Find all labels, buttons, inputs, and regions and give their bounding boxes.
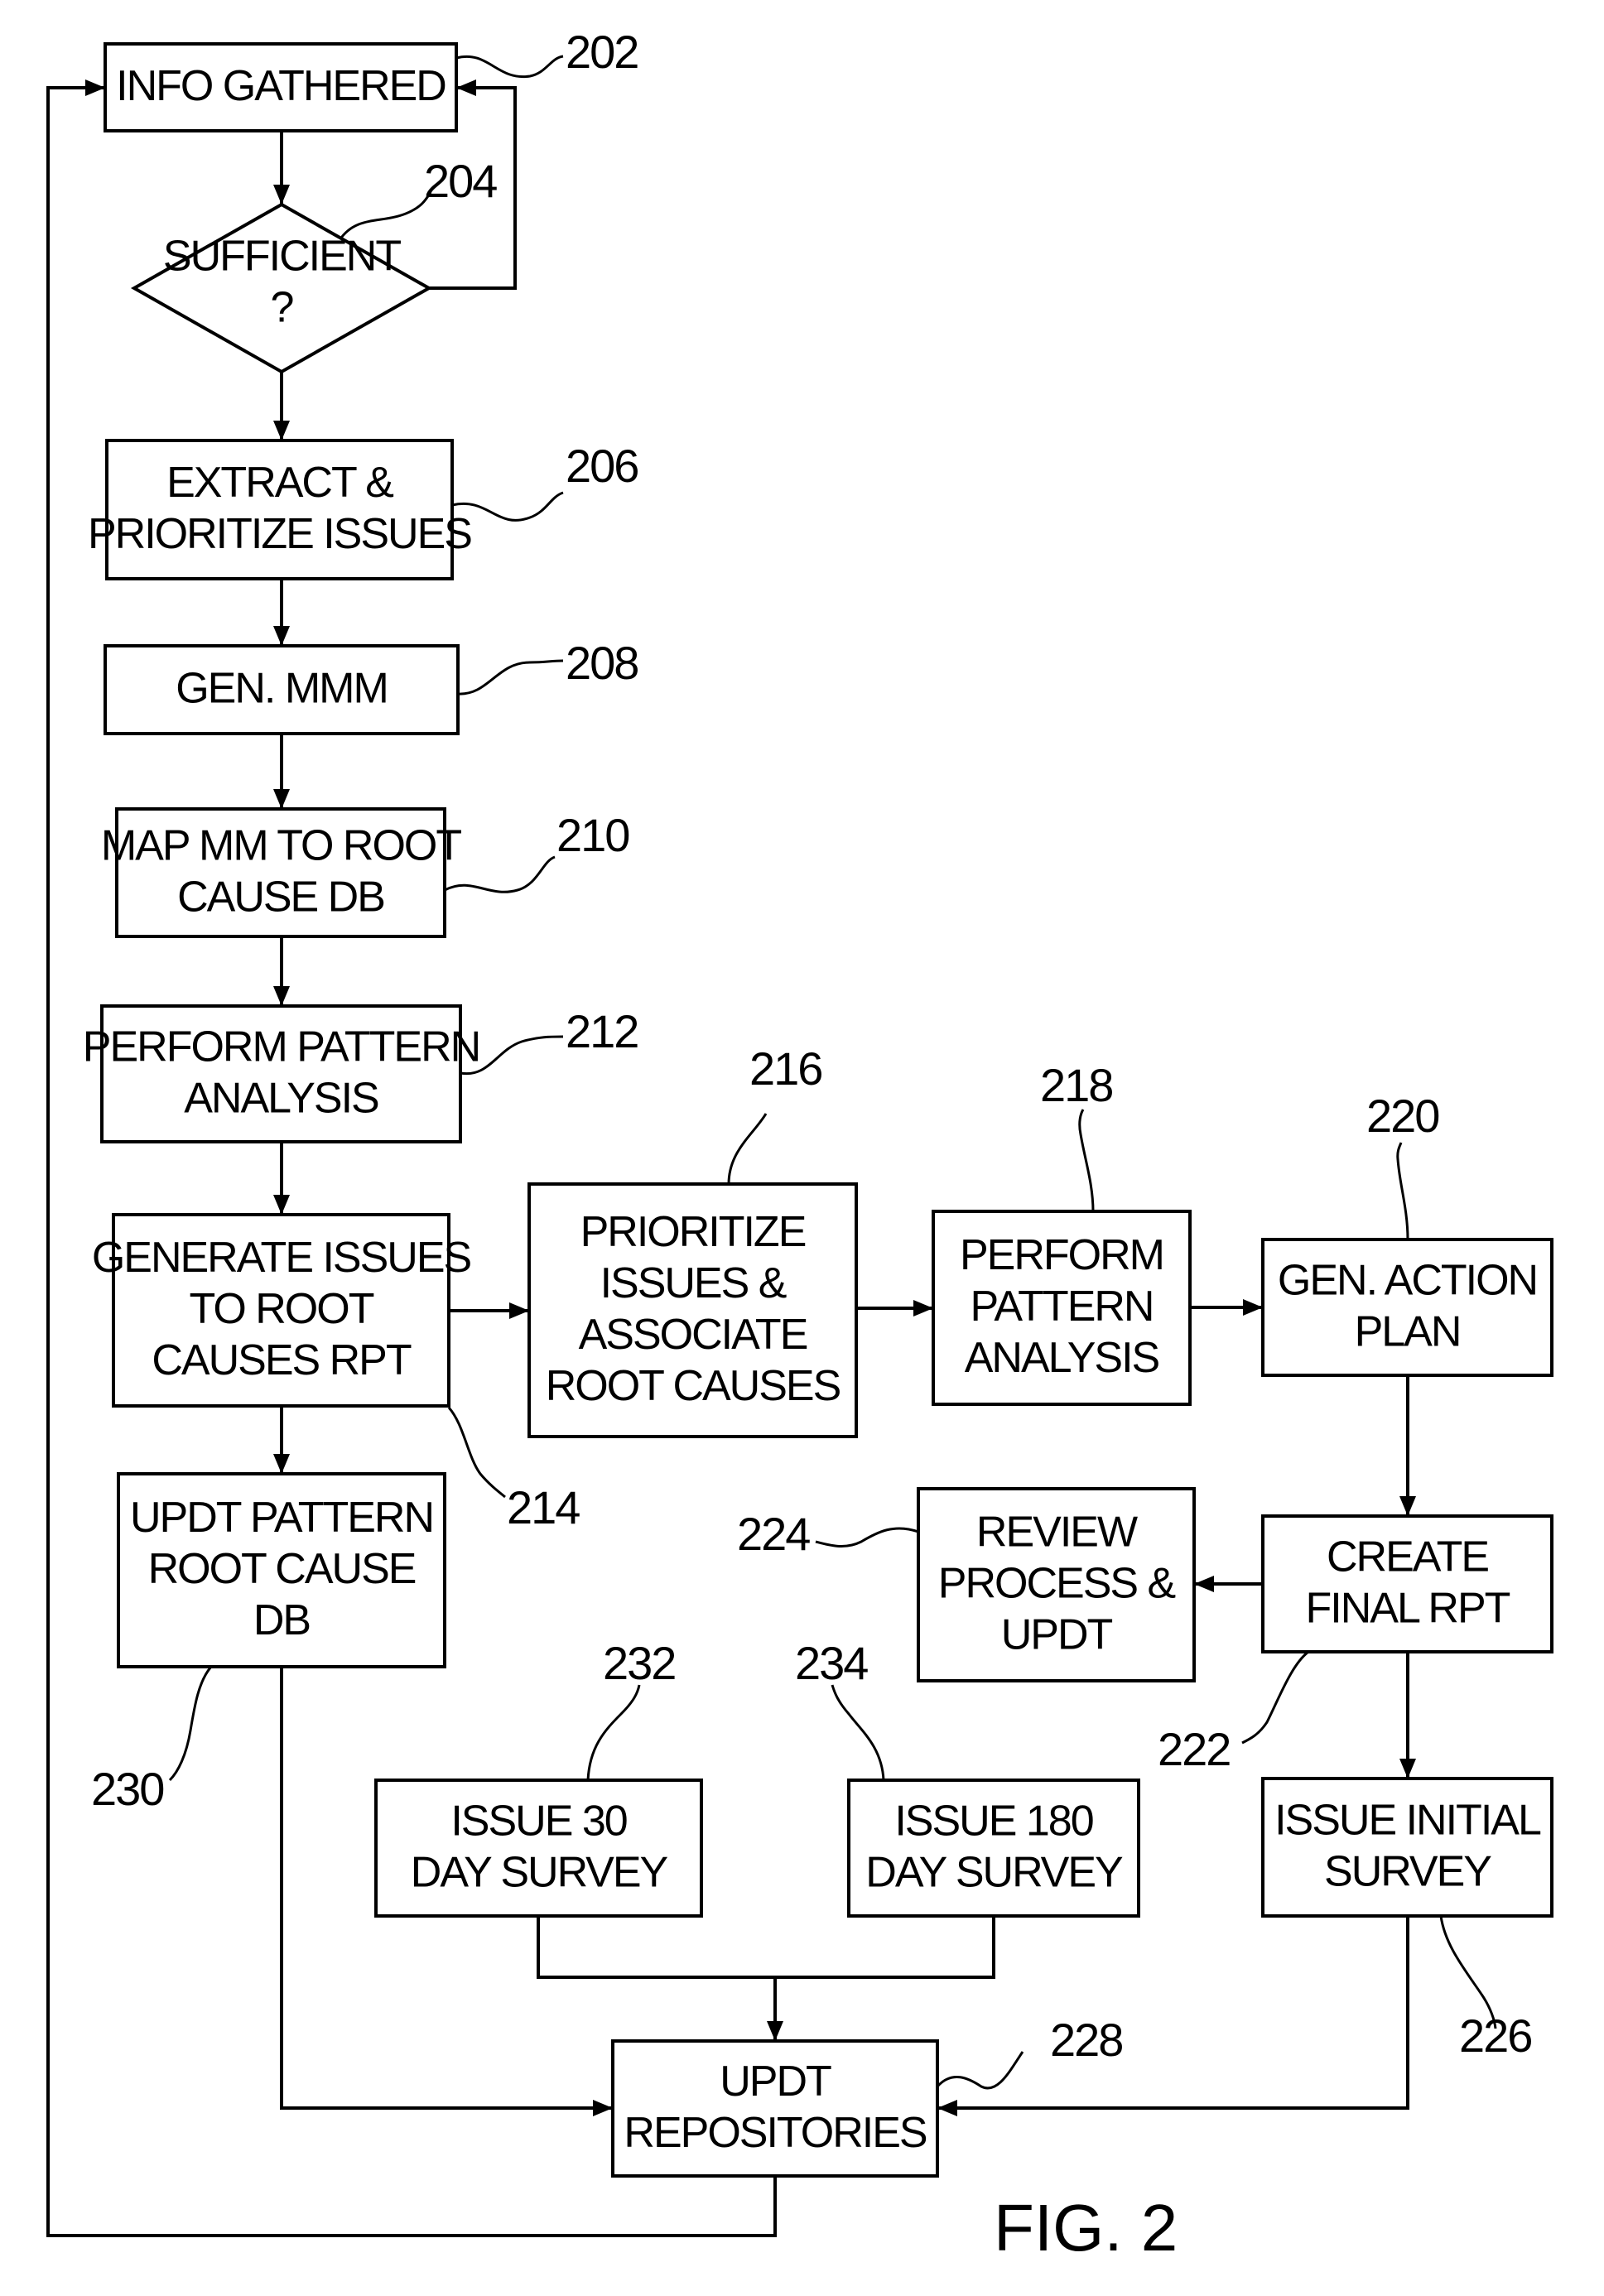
node-label: PROCESS &: [938, 1560, 1176, 1608]
flow-node-206: EXTRACT &PRIORITIZE ISSUES: [88, 439, 473, 580]
node-label: ?: [271, 284, 293, 332]
leader-line-210: [444, 855, 556, 893]
flow-node-228: UPDTREPOSITORIES: [611, 2039, 939, 2178]
leader-line-234: [831, 1684, 885, 1781]
reference-numeral-222: 222: [1158, 1723, 1230, 1775]
node-label: ISSUE 180: [894, 1798, 1092, 1846]
reference-numeral-226: 226: [1459, 2010, 1531, 2062]
leader-line-216: [727, 1113, 768, 1185]
leader-line-228: [936, 2051, 1024, 2090]
node-label: GEN. ACTION: [1278, 1257, 1537, 1305]
node-label: PRIORITIZE ISSUES: [88, 510, 471, 558]
node-label: PATTERN: [971, 1283, 1154, 1331]
node-label: GEN. MMM: [176, 665, 388, 713]
node-label: ISSUE 30: [450, 1798, 626, 1846]
flow-node-224: REVIEWPROCESS &UPDT: [917, 1487, 1196, 1682]
node-label: ROOT CAUSES: [546, 1362, 841, 1410]
flow-node-230: UPDT PATTERNROOT CAUSEDB: [117, 1472, 446, 1668]
flow-node-210: MAP MM TO ROOTCAUSE DB: [101, 807, 463, 938]
flow-node-234: ISSUE 180DAY SURVEY: [847, 1779, 1140, 1918]
leader-line-218: [1078, 1109, 1095, 1212]
reference-numeral-202: 202: [566, 26, 638, 78]
leader-line-214: [447, 1406, 506, 1499]
node-label: EXTRACT &: [166, 459, 393, 507]
flow-node-216: PRIORITIZEISSUES &ASSOCIATEROOT CAUSES: [527, 1182, 858, 1438]
node-label: PLAN: [1355, 1308, 1461, 1356]
node-label: REVIEW: [976, 1509, 1138, 1557]
leader-line-232: [586, 1684, 641, 1781]
reference-numeral-228: 228: [1050, 2014, 1122, 2066]
reference-numeral-216: 216: [749, 1042, 821, 1095]
node-label: CREATE: [1327, 1533, 1488, 1581]
flow-node-208: GEN. MMM: [104, 644, 460, 735]
node-label: PERFORM: [960, 1231, 1163, 1279]
leader-line-202: [455, 55, 564, 79]
flow-node-226: ISSUE INITIALSURVEY: [1261, 1777, 1553, 1918]
node-label: ISSUES &: [600, 1259, 787, 1307]
reference-numeral-212: 212: [566, 1005, 638, 1057]
node-label: CAUSE DB: [177, 874, 384, 922]
node-label: SURVEY: [1324, 1848, 1491, 1896]
edge-226-228: [937, 1916, 1409, 2116]
flow-node-202: INFO GATHERED: [104, 42, 458, 132]
node-label: MAP MM TO ROOT: [101, 822, 461, 870]
flow-node-218: PERFORMPATTERNANALYSIS: [932, 1210, 1192, 1406]
flow-node-220: GEN. ACTIONPLAN: [1261, 1238, 1553, 1377]
node-label: PRIORITIZE: [580, 1208, 806, 1256]
reference-numeral-208: 208: [566, 637, 638, 689]
reference-numeral-204: 204: [424, 155, 497, 207]
node-label: INFO GATHERED: [116, 62, 446, 110]
connectors: [46, 79, 1416, 2237]
node-label: DAY SURVEY: [865, 1849, 1123, 1897]
flow-node-204: SUFFICIENT?: [130, 202, 433, 374]
flow-node-222: CREATEFINAL RPT: [1261, 1514, 1553, 1653]
node-label: ANALYSIS: [965, 1334, 1159, 1382]
node-label: UPDT: [1001, 1611, 1113, 1659]
flow-node-232: ISSUE 30DAY SURVEY: [374, 1779, 703, 1918]
reference-numeral-214: 214: [507, 1481, 580, 1533]
node-label: REPOSITORIES: [624, 2109, 926, 2157]
leader-line-224: [815, 1527, 919, 1548]
node-label: DAY SURVEY: [411, 1849, 668, 1897]
flow-node-214: GENERATE ISSUESTO ROOTCAUSES RPT: [92, 1213, 473, 1408]
figure-caption: FIG. 2: [994, 2191, 1178, 2265]
node-label: TO ROOT: [190, 1285, 374, 1333]
reference-numeral-232: 232: [603, 1637, 675, 1689]
node-label: UPDT PATTERN: [130, 1494, 433, 1542]
leader-line-220: [1396, 1142, 1409, 1240]
reference-numeral-218: 218: [1040, 1059, 1112, 1111]
reference-numeral-230: 230: [91, 1763, 163, 1815]
node-label: ROOT CAUSE: [148, 1545, 416, 1593]
node-label: CAUSES RPT: [152, 1336, 412, 1384]
leader-line-230: [168, 1666, 213, 1782]
leader-line-222: [1241, 1650, 1309, 1745]
node-label: GENERATE ISSUES: [92, 1234, 471, 1282]
node-label: SUFFICIENT: [163, 233, 401, 281]
node-label: FINAL RPT: [1306, 1585, 1510, 1633]
flowchart-diagram: INFO GATHEREDSUFFICIENT?EXTRACT &PRIORIT…: [46, 26, 1553, 2265]
leader-line-208: [457, 659, 564, 696]
nodes: INFO GATHEREDSUFFICIENT?EXTRACT &PRIORIT…: [83, 42, 1553, 2178]
edge-232-234-join: [537, 1916, 995, 1979]
node-label: ISSUE INITIAL: [1274, 1797, 1541, 1845]
reference-numeral-234: 234: [795, 1637, 868, 1689]
flow-node-212: PERFORM PATTERNANALYSIS: [83, 1004, 481, 1143]
node-label: PERFORM PATTERN: [83, 1023, 479, 1071]
reference-numeral-206: 206: [566, 440, 638, 492]
node-label: ASSOCIATE: [579, 1311, 807, 1359]
node-label: ANALYSIS: [184, 1075, 378, 1123]
reference-numeral-224: 224: [737, 1508, 810, 1560]
node-label: UPDT: [720, 2058, 831, 2106]
reference-numeral-220: 220: [1366, 1090, 1438, 1142]
node-label: DB: [253, 1596, 310, 1644]
reference-numeral-210: 210: [556, 809, 629, 861]
